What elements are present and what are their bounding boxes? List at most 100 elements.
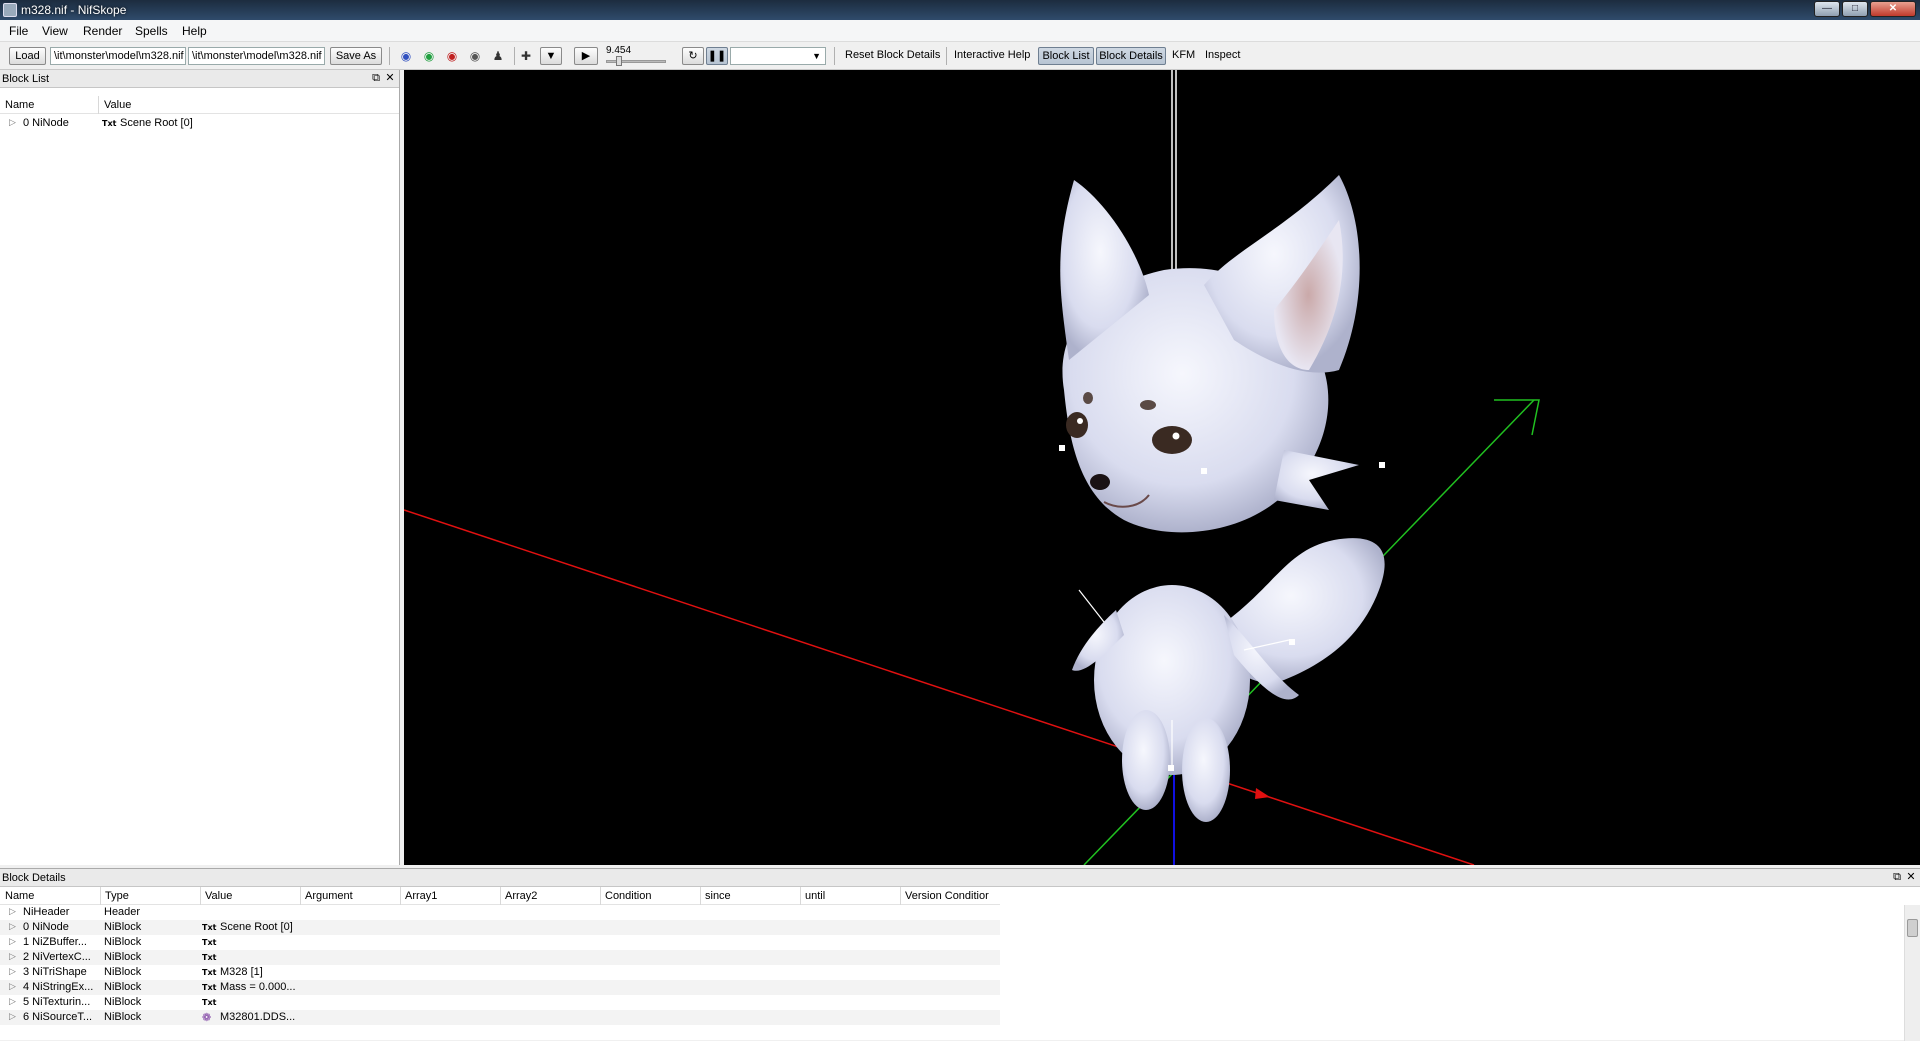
tree-row[interactable]: ▷ 0 NiNode Txt Scene Root [0] [0,116,399,131]
expand-arrow-icon[interactable]: ▷ [9,996,16,1007]
column-divider[interactable] [900,887,901,905]
table-row[interactable]: ▷ 6 NiSourceT... NiBlock ❁ M32801.DDS... [0,1010,1000,1025]
save-path-input[interactable]: \it\monster\model\m328.nif [188,47,325,65]
column-divider[interactable] [700,887,701,905]
row-type: NiBlock [104,996,142,1008]
column-header[interactable]: since [705,890,731,902]
block-details-title: Block Details [2,872,66,884]
scene-svg [404,70,1540,865]
menu-view[interactable]: View [42,24,68,38]
walk-icon[interactable]: ♟ [490,48,506,64]
row-type: Header [104,906,141,918]
expand-arrow-icon[interactable]: ▷ [9,981,16,992]
expand-arrow-icon[interactable]: ▷ [9,906,16,917]
column-divider[interactable] [400,887,401,905]
render-viewport[interactable] [404,70,1920,865]
row-value: Mass = 0.000... [220,981,296,993]
chevron-down-icon: ▼ [812,51,821,61]
scrollbar-thumb[interactable] [1907,919,1918,937]
bone-marker[interactable] [1168,765,1174,771]
row-name: 4 NiStringEx... [23,981,94,993]
row-value: M32801.DDS... [220,1011,296,1023]
bone-marker[interactable] [1379,462,1385,468]
menu-bar: File View Render Spells Help [0,20,1920,42]
column-divider[interactable] [98,96,99,114]
column-header[interactable]: Condition [605,890,651,902]
view-options-dropdown[interactable]: ▼ [540,47,562,65]
row-name: 1 NiZBuffer... [23,936,87,948]
menu-spells[interactable]: Spells [135,24,168,38]
close-icon[interactable]: ✕ [1904,870,1918,884]
expand-arrow-icon[interactable]: ▷ [9,951,16,962]
column-divider[interactable] [300,887,301,905]
column-header[interactable]: Name [5,99,34,111]
expand-arrow-icon[interactable]: ▷ [9,117,16,128]
table-row[interactable]: ▷ 3 NiTriShape NiBlock Txt M328 [1] [0,965,1000,980]
minimize-button[interactable]: — [1814,1,1840,17]
play-button[interactable]: ▶ [574,47,598,65]
load-path-input[interactable]: \it\monster\model\m328.nif [50,47,186,65]
bone-marker[interactable] [1201,468,1207,474]
column-divider[interactable] [100,887,101,905]
time-slider-handle[interactable] [616,56,622,66]
details-scrollbar[interactable] [1904,905,1920,1041]
expand-arrow-icon[interactable]: ▷ [9,936,16,947]
view-user-icon[interactable]: ◉ [467,48,483,64]
kfm-button[interactable]: KFM [1172,49,1195,61]
table-row[interactable]: ▷ 1 NiZBuffer... NiBlock Txt [0,935,1000,950]
save-as-button[interactable]: Save As [330,47,382,65]
table-row[interactable]: ▷ NiHeader Header [0,905,1000,920]
column-header[interactable]: Type [105,890,129,902]
column-divider[interactable] [500,887,501,905]
block-details-table: ▷ NiHeader Header ▷ 0 NiNode NiBlock Txt… [0,905,1000,1025]
column-header[interactable]: Value [205,890,232,902]
expand-arrow-icon[interactable]: ▷ [9,966,16,977]
table-row[interactable]: ▷ 4 NiStringEx... NiBlock Txt Mass = 0.0… [0,980,1000,995]
column-header[interactable]: Array1 [405,890,437,902]
menu-render[interactable]: Render [83,24,122,38]
table-row[interactable]: ▷ 5 NiTexturin... NiBlock Txt [0,995,1000,1010]
inspect-button[interactable]: Inspect [1205,49,1240,61]
row-type: NiBlock [104,981,142,993]
menu-file[interactable]: File [9,24,28,38]
pause-button[interactable]: ❚❚ [706,47,728,65]
block-list-toggle[interactable]: Block List [1038,47,1094,65]
column-divider[interactable] [600,887,601,905]
load-button[interactable]: Load [9,47,46,65]
axes-icon[interactable]: ✚ [518,48,534,64]
close-button[interactable]: ✕ [1870,1,1916,17]
block-details-panel: Block Details ⧉ ✕ Name Type Value Argume… [0,868,1920,1041]
view-top-icon[interactable]: ◉ [398,48,414,64]
column-header[interactable]: until [805,890,825,902]
row-name: 2 NiVertexC... [23,951,91,963]
expand-arrow-icon[interactable]: ▷ [9,1011,16,1022]
block-details-toggle[interactable]: Block Details [1096,47,1166,65]
bone-marker[interactable] [1289,639,1295,645]
float-icon[interactable]: ⧉ [1890,870,1904,884]
column-header[interactable]: Value [104,99,131,111]
maximize-button[interactable]: □ [1842,1,1868,17]
table-row[interactable]: ▷ 0 NiNode NiBlock Txt Scene Root [0] [0,920,1000,935]
column-divider[interactable] [200,887,201,905]
view-front-icon[interactable]: ◉ [421,48,437,64]
table-row[interactable]: ▷ 2 NiVertexC... NiBlock Txt [0,950,1000,965]
interactive-help-button[interactable]: Interactive Help [954,49,1030,61]
column-header[interactable]: Argument [305,890,353,902]
block-list-title: Block List [2,73,50,85]
column-divider[interactable] [800,887,801,905]
float-icon[interactable]: ⧉ [369,71,383,85]
expand-arrow-icon[interactable]: ▷ [9,921,16,932]
view-side-icon[interactable]: ◉ [444,48,460,64]
time-slider[interactable] [606,60,666,63]
loop-button[interactable]: ↻ [682,47,704,65]
close-icon[interactable]: ✕ [383,71,397,85]
block-list-columns: Name Value [0,96,399,114]
reset-block-details-button[interactable]: Reset Block Details [845,49,940,61]
column-header[interactable]: Name [5,890,34,902]
column-header[interactable]: Array2 [505,890,537,902]
menu-help[interactable]: Help [182,24,207,38]
column-header[interactable]: Version Conditior [905,890,989,902]
txt-icon: Txt [202,968,217,977]
bone-marker[interactable] [1059,445,1065,451]
animation-select[interactable]: ▼ [730,47,826,65]
